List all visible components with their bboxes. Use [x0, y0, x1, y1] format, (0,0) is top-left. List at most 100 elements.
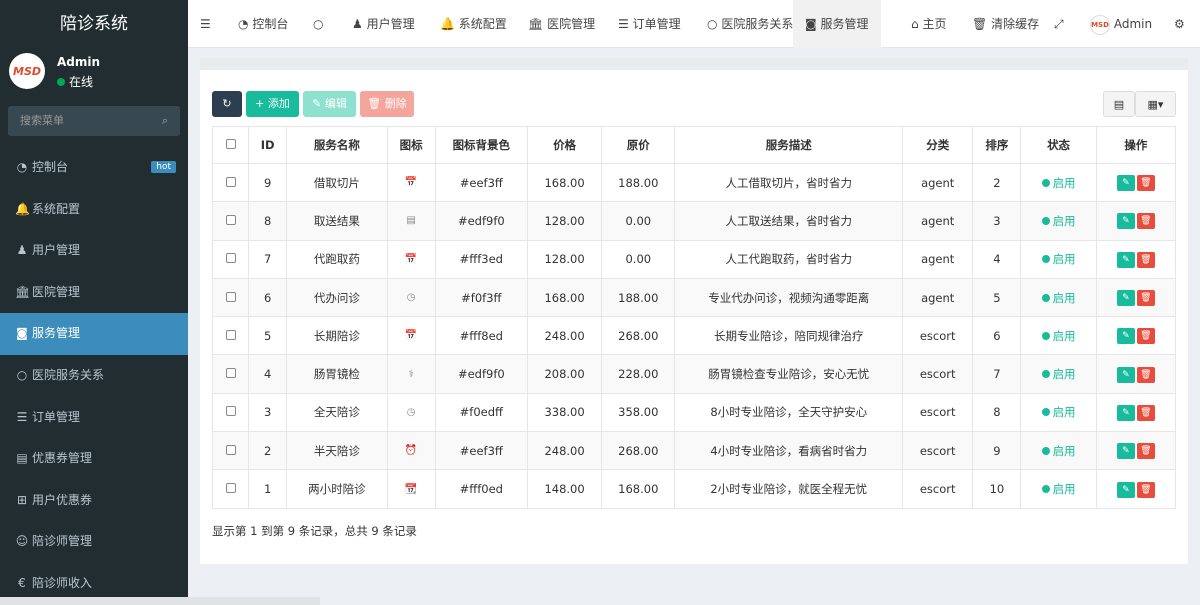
table-row[interactable]: 5 长期陪诊 📅 #fff8ed 248.00 268.00 长期专业陪诊，陪同规律治疗 es…	[211, 316, 1177, 356]
row-delete-button[interactable]: 🗑	[1136, 251, 1155, 268]
sidebar-item-2[interactable]: ♟ 用户管理	[0, 230, 188, 272]
table-body: 9 借取切片 📅 #eef3ff 168.00 188.00 人工借取切片，省时省力 agen…	[211, 162, 1177, 509]
row-delete-button[interactable]: 🗑	[1136, 481, 1155, 498]
column-header[interactable]: 图标背景色	[434, 126, 528, 164]
row-checkbox[interactable]	[211, 316, 250, 356]
tab-4[interactable]: 🏛 医院管理	[528, 0, 595, 48]
status-label: 启用	[1052, 213, 1076, 228]
row-checkbox[interactable]	[211, 354, 250, 394]
clear-cache-button[interactable]: 🗑 清除缓存	[972, 0, 1039, 48]
tab-3[interactable]: 🔔 系统配置	[440, 0, 507, 48]
app-title[interactable]: 陪诊系统	[0, 0, 188, 48]
row-checkbox[interactable]	[211, 239, 250, 279]
pencil-icon: ✎	[312, 97, 325, 110]
admin-menu[interactable]: MSD Admin	[1090, 0, 1152, 48]
row-checkbox[interactable]	[211, 431, 250, 471]
column-header[interactable]: 原价	[601, 126, 676, 164]
sidebar-toggle-icon[interactable]: ☰	[200, 0, 211, 48]
tab-7[interactable]: ◙ 服务管理	[793, 0, 881, 48]
row-edit-button[interactable]: ✎	[1116, 213, 1135, 230]
cell-orig-price: 168.00	[601, 469, 676, 509]
row-checkbox[interactable]	[211, 277, 250, 318]
row-edit-button[interactable]: ✎	[1116, 366, 1135, 383]
tab-5[interactable]: ☰ 订单管理	[618, 0, 681, 48]
gear-icon[interactable]: ⚙	[1174, 0, 1185, 48]
cell-orig-price: 268.00	[601, 316, 676, 356]
cell-category: escort	[902, 431, 974, 471]
sidebar-item-1[interactable]: 🔔 系统配置	[0, 189, 188, 231]
table-row[interactable]: 1 两小时陪诊 📆 #fff0ed 148.00 168.00 2小时专业陪诊，就医全程无忧…	[211, 469, 1177, 509]
fullscreen-icon[interactable]: ⤢	[1054, 0, 1064, 48]
status-dot-icon	[1041, 216, 1050, 225]
row-delete-button[interactable]: 🗑	[1136, 366, 1155, 383]
cell-orig-price: 268.00	[601, 431, 676, 471]
sidebar-item-8[interactable]: ⊞ 用户优惠券	[0, 480, 188, 522]
sidebar-item-5[interactable]: ○ 医院服务关系	[0, 355, 188, 397]
row-edit-button[interactable]: ✎	[1116, 290, 1135, 307]
row-edit-button[interactable]: ✎	[1116, 443, 1135, 460]
home-button[interactable]: ⌂ 主页	[911, 0, 946, 48]
tab-2[interactable]: ♟ 用户管理	[352, 0, 415, 48]
sidebar-item-6[interactable]: ☰ 订单管理	[0, 397, 188, 439]
row-delete-button[interactable]: 🗑	[1136, 175, 1155, 192]
file-icon: ▤	[16, 451, 28, 466]
row-delete-button[interactable]: 🗑	[1136, 404, 1155, 421]
row-checkbox[interactable]	[211, 392, 250, 433]
column-header[interactable]: 状态	[1020, 126, 1097, 164]
add-button[interactable]: + 添加	[246, 91, 299, 117]
column-header[interactable]: 分类	[902, 126, 974, 164]
row-edit-button[interactable]: ✎	[1116, 328, 1135, 345]
sidebar-item-0[interactable]: ◔ 控制台 hot	[0, 147, 188, 189]
list-icon: ☰	[16, 409, 28, 424]
table-row[interactable]: 8 取送结果 ▤ #edf9f0 128.00 0.00 人工取送结果，省时省力 agent 3…	[211, 201, 1177, 241]
search-icon[interactable]: ⌕	[162, 106, 168, 136]
table-row[interactable]: 3 全天陪诊 ◷ #f0edff 338.00 358.00 8小时专业陪诊，全天守护安心 e…	[211, 392, 1177, 433]
column-header[interactable]: 操作	[1095, 126, 1177, 164]
cell-desc: 4小时专业陪诊，看病省时省力	[674, 431, 904, 471]
status-badge: 启用	[1020, 392, 1097, 433]
sidebar-item-label: 用户优惠券	[32, 492, 93, 507]
table-row[interactable]: 6 代办问诊 ◷ #f0f3ff 168.00 188.00 专业代办问诊，视频沟通零距离 a…	[211, 277, 1177, 318]
table-header-row: ID 服务名称 图标 图标背景色 价格 原价 服务描述 分类 排序 状态 操作	[211, 126, 1177, 164]
row-delete-button[interactable]: 🗑	[1136, 443, 1155, 460]
table-row[interactable]: 2 半天陪诊 ⏰ #eef3ff 248.00 268.00 4小时专业陪诊，看病省时省力 e…	[211, 431, 1177, 471]
column-header[interactable]: 服务描述	[674, 126, 904, 164]
cell-name: 代办问诊	[286, 277, 388, 318]
columns-dropdown-button[interactable]: ▦▾	[1135, 91, 1176, 117]
tab-6[interactable]: ○ 医院服务关系	[707, 0, 793, 48]
row-checkbox[interactable]	[211, 201, 250, 241]
column-header[interactable]: 图标	[386, 126, 436, 164]
row-edit-button[interactable]: ✎	[1116, 175, 1135, 192]
row-edit-button[interactable]: ✎	[1116, 251, 1135, 268]
row-delete-button[interactable]: 🗑	[1136, 290, 1155, 307]
sidebar-search-input[interactable]: 搜索菜单 ⌕	[8, 106, 180, 136]
table-row[interactable]: 9 借取切片 📅 #eef3ff 168.00 188.00 人工借取切片，省时省力 agen…	[211, 162, 1177, 203]
sidebar-item-7[interactable]: ▤ 优惠券管理	[0, 438, 188, 480]
sidebar-item-3[interactable]: 🏛 医院管理	[0, 272, 188, 314]
row-delete-button[interactable]: 🗑	[1136, 328, 1155, 345]
cell-id: 5	[248, 316, 288, 356]
column-header[interactable]: 排序	[972, 126, 1022, 164]
table-row[interactable]: 4 肠胃镜检 ⚕ #edf9f0 208.00 228.00 肠胃镜检查专业陪诊，安心无忧 e…	[211, 354, 1177, 394]
delete-button[interactable]: 🗑 删除	[360, 91, 414, 117]
avatar[interactable]: MSD	[9, 53, 45, 89]
refresh-button[interactable]: ↻	[212, 91, 242, 117]
tab-1[interactable]: ○	[313, 0, 323, 48]
row-checkbox[interactable]	[211, 469, 250, 509]
cell-category: agent	[902, 277, 974, 318]
column-header[interactable]: ID	[248, 126, 288, 164]
row-delete-button[interactable]: 🗑	[1136, 213, 1155, 230]
row-edit-button[interactable]: ✎	[1116, 404, 1135, 421]
row-checkbox[interactable]	[211, 162, 250, 203]
row-edit-button[interactable]: ✎	[1116, 481, 1135, 498]
sidebar-item-9[interactable]: ☺ 陪诊师管理	[0, 521, 188, 563]
column-header[interactable]: 服务名称	[286, 126, 388, 164]
table-row[interactable]: 7 代跑取药 📅 #fff3ed 128.00 0.00 人工代跑取药，省时省力 agent 4…	[211, 239, 1177, 279]
select-all-checkbox[interactable]	[211, 126, 250, 164]
edit-button[interactable]: ✎ 编辑	[303, 91, 356, 117]
tab-0[interactable]: ◔ 控制台	[238, 0, 288, 48]
toggle-view-button[interactable]: ▤	[1103, 91, 1135, 117]
sidebar-item-4[interactable]: ◙ 服务管理	[0, 313, 188, 355]
column-header[interactable]: 价格	[526, 126, 603, 164]
status-badge: 启用	[1020, 201, 1097, 241]
